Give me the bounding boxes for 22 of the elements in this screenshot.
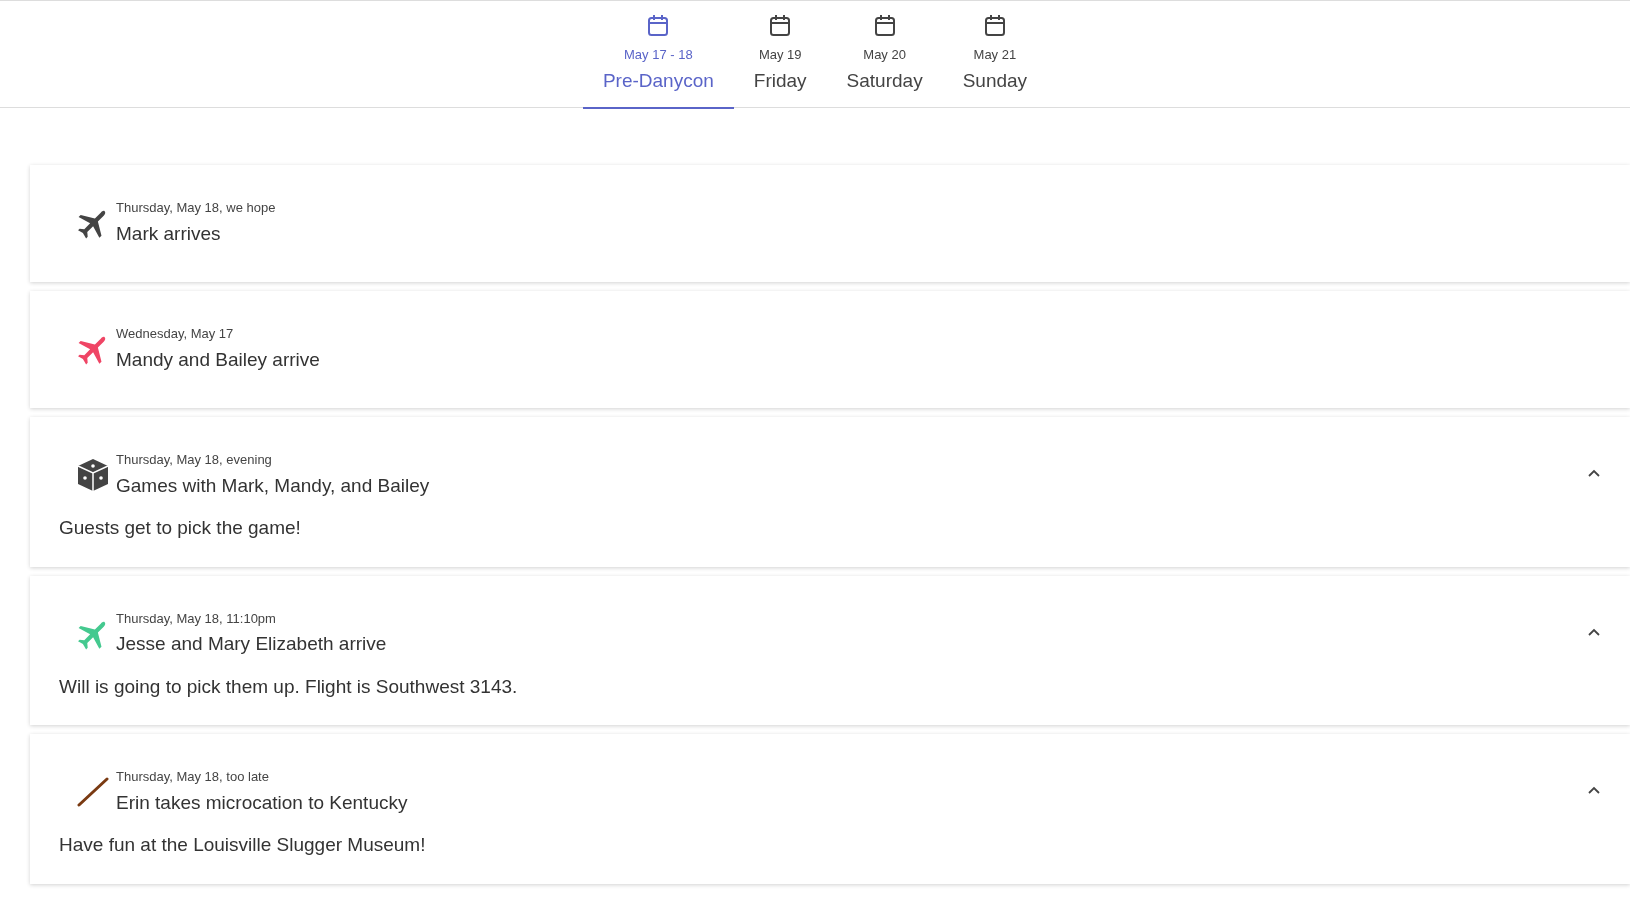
day-tab[interactable]: May 19 Friday: [733, 1, 827, 109]
event-title: Games with Mark, Mandy, and Bailey: [116, 473, 430, 498]
event-card[interactable]: Thursday, May 18, 11:10pm Jesse and Mary Elizabeth arrive Will is going to pick them up. Flight is Southwest 3143.: [30, 575, 1630, 725]
event-card[interactable]: Thursday, May 18, evening Games with Mark, Mandy, and Bailey Guests get to pick the game!: [30, 417, 1630, 567]
day-tab[interactable]: May 21 Sunday: [942, 1, 1048, 109]
event-details: Will is going to pick them up. Flight is Southwest 3143.: [58, 674, 519, 699]
event-time: Thursday, May 18, we hope: [116, 199, 276, 217]
event-title: Erin takes microcation to Kentucky: [116, 790, 408, 815]
day-tab[interactable]: May 20 Saturday: [826, 1, 943, 109]
event-time: Thursday, May 18, evening: [116, 451, 273, 469]
event-card[interactable]: Wednesday, May 17 Mandy and Bailey arrive: [30, 291, 1630, 408]
event-card[interactable]: Thursday, May 18, too late Erin takes microcation to Kentucky Have fun at the Louisville Slugger Museum!: [30, 734, 1630, 884]
event-time: Thursday, May 18, 11:10pm: [116, 609, 277, 628]
event-details: Have fun at the Louisville Slugger Museum!: [58, 833, 427, 857]
event-time: Thursday, May 18, too late: [116, 768, 270, 786]
event-title: Jesse and Mary Elizabeth arrive: [116, 632, 387, 656]
event-details: Guests get to pick the game!: [58, 516, 302, 540]
event-title: Mandy and Bailey arrive: [116, 347, 320, 372]
event-time: Wednesday, May 17: [116, 325, 235, 343]
event-title: Mark arrives: [116, 221, 222, 246]
event-card[interactable]: Thursday, May 18, we hope Mark arrives: [30, 165, 1630, 282]
day-tab[interactable]: May 17 - 18 Pre-Danycon: [582, 1, 734, 109]
